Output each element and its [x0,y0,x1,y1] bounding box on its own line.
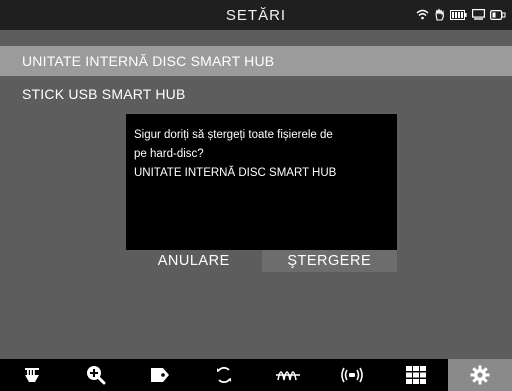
cancel-button[interactable]: ANULARE [126,250,262,272]
tool-zoom[interactable] [64,359,128,391]
tool-rotate[interactable] [192,359,256,391]
tool-settings[interactable] [448,359,512,391]
waveform-icon [276,371,300,381]
wifi-icon [416,9,429,20]
dialog-buttons: ANULARE ŞTERGERE [126,250,397,272]
menu-item-internal-disk[interactable]: UNITATE INTERNĂ DISC SMART HUB [0,46,512,76]
tool-illuminator[interactable] [0,359,64,391]
tool-grid[interactable] [384,359,448,391]
dialog-message-line: Sigur doriți să ștergeți toate fișierele… [134,129,333,141]
hand-icon [435,8,445,21]
dialog-message-line: pe hard-disc? [134,148,204,160]
display-icon [472,9,485,20]
menu-item-label: STICK USB SMART HUB [22,86,186,102]
status-icons [416,8,506,21]
connector-icon [490,9,506,20]
delete-button[interactable]: ŞTERGERE [261,250,397,272]
menu-item-label: UNITATE INTERNĂ DISC SMART HUB [22,53,275,69]
dialog-target-name: UNITATE INTERNĂ DISC SMART HUB [134,167,337,179]
zoom-in-icon [87,366,106,385]
dialog-message: Sigur doriți să ștergeți toate fișierele… [134,126,389,183]
tool-broadcast[interactable] [320,359,384,391]
illuminator-icon [25,368,39,382]
bottom-toolbar [0,359,512,391]
settings-gear-icon [470,365,490,385]
page-title: SETĂRI [225,6,287,24]
confirm-dialog: Sigur doriți să ștergeți toate fișierele… [126,114,397,250]
rotate-icon [217,367,231,383]
menu-item-usb-stick[interactable]: STICK USB SMART HUB [0,79,512,109]
tool-waveform[interactable] [256,359,320,391]
tool-tag[interactable] [128,359,192,391]
broadcast-icon [341,367,363,383]
battery-icon [450,9,467,20]
grid-icon [406,366,426,384]
status-bar: SETĂRI [0,0,512,30]
tag-icon [151,368,169,382]
